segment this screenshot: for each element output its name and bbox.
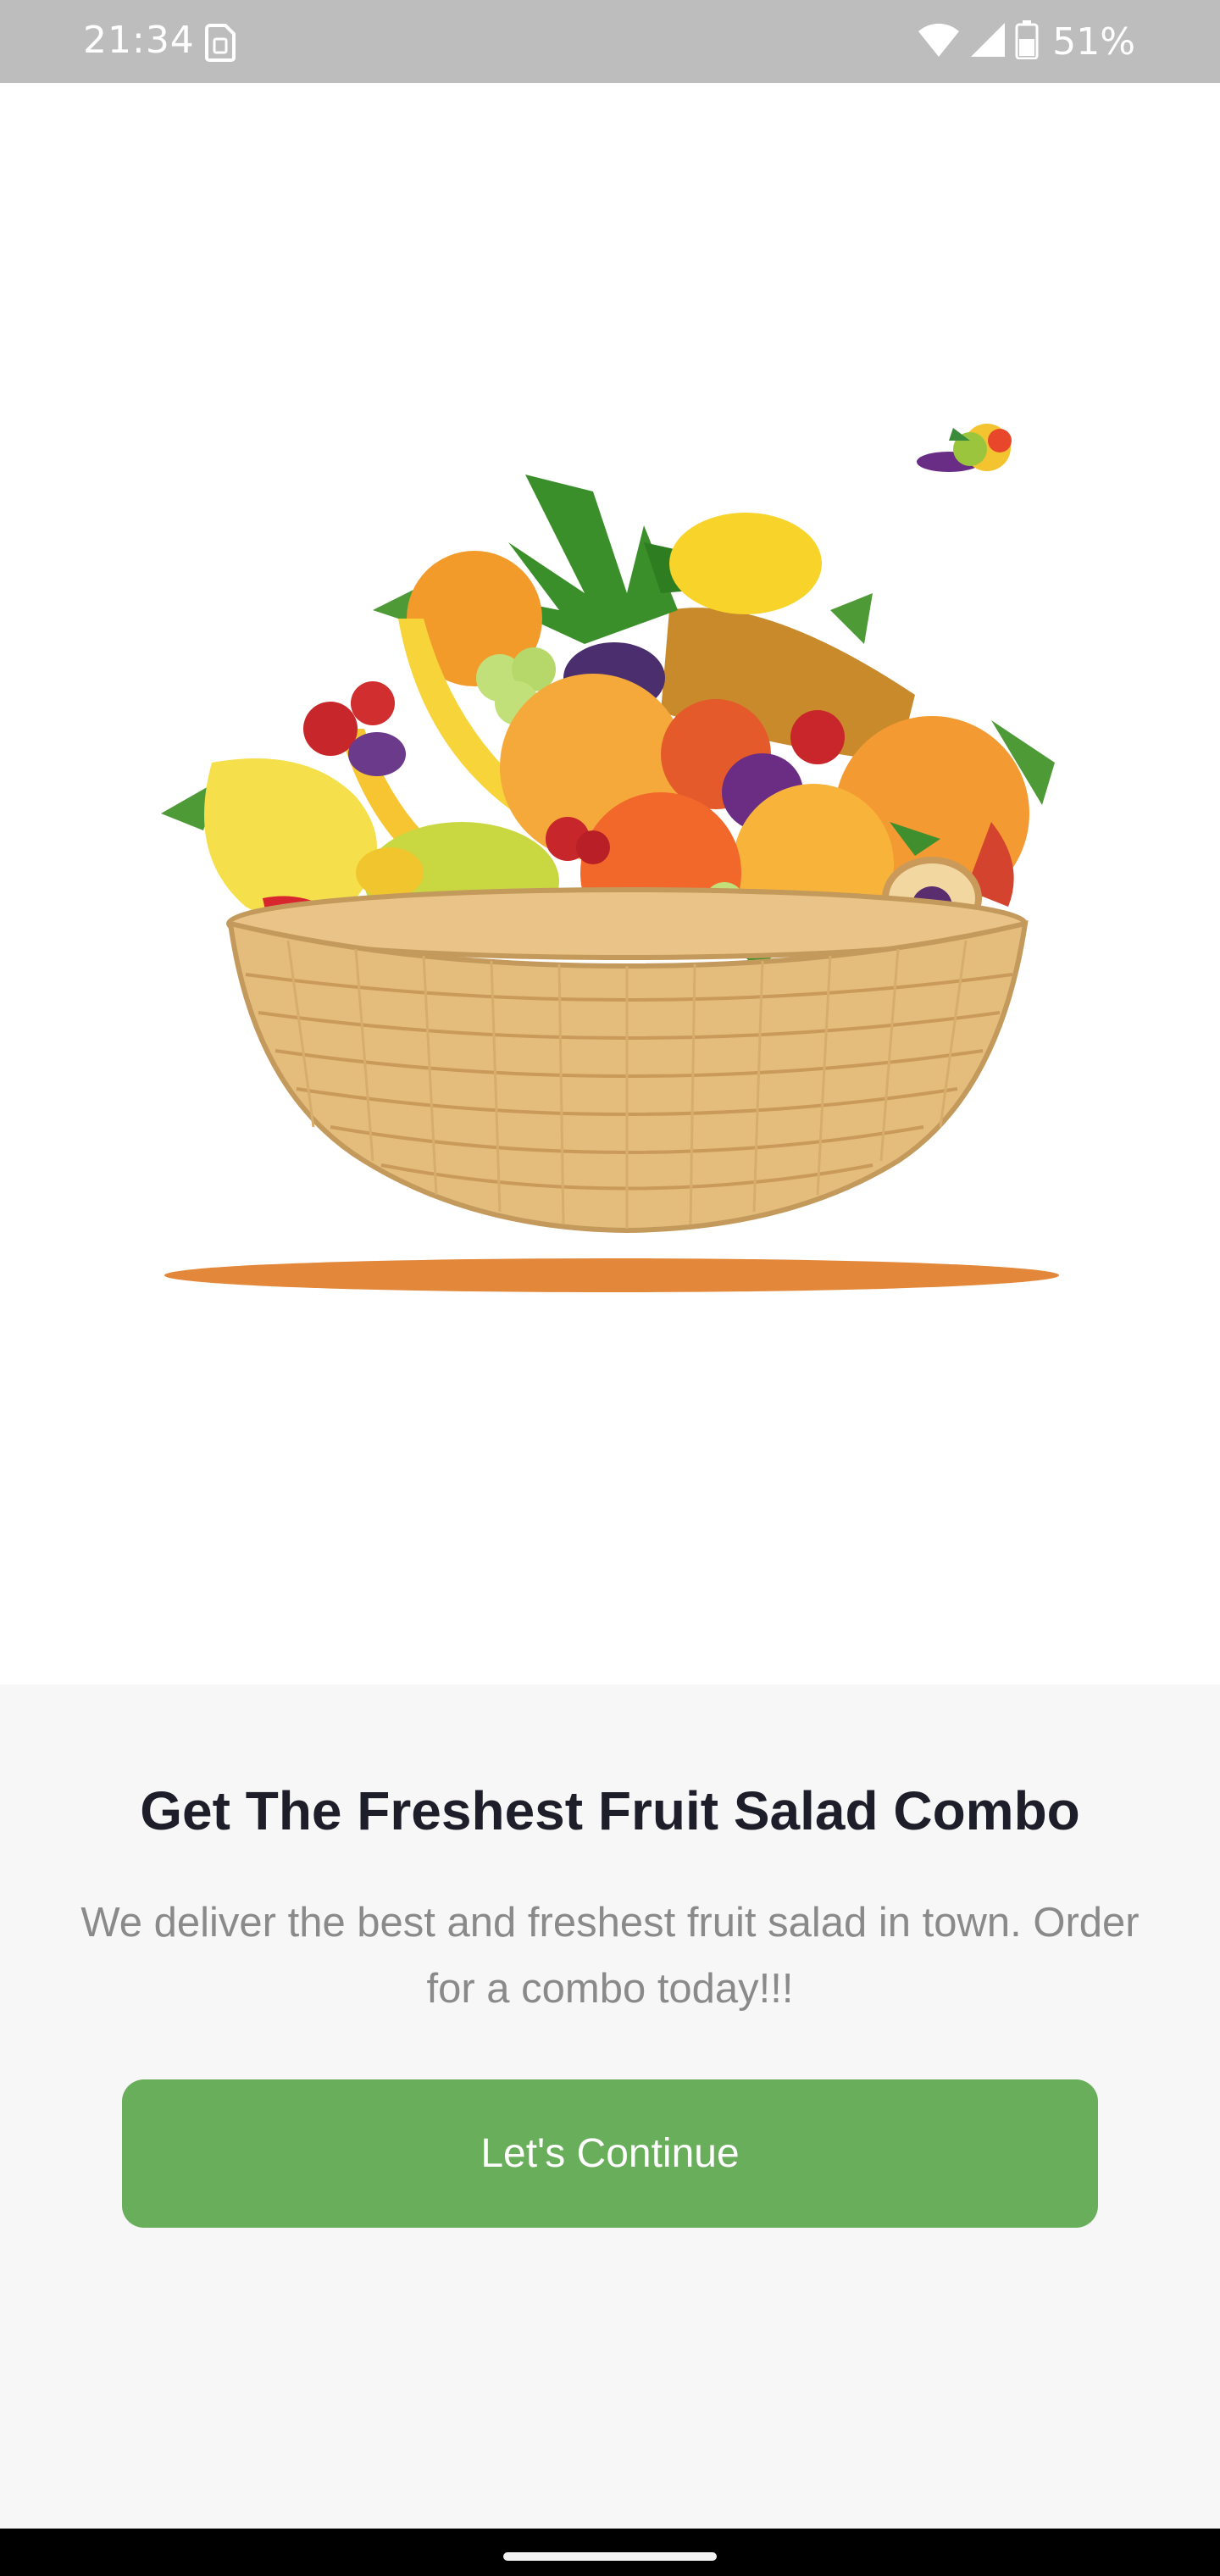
signal-icon	[969, 21, 1006, 62]
hero-illustration	[0, 83, 1220, 1685]
sim-icon	[203, 22, 237, 63]
battery-percent: 51%	[1052, 19, 1135, 64]
fruit-cluster-illustration	[917, 424, 1012, 472]
status-bar: 21:34 51%	[0, 0, 1220, 83]
onboarding-description: We deliver the best and freshest fruit s…	[80, 1900, 1140, 2012]
continue-button[interactable]: Let's Continue	[122, 2079, 1098, 2228]
onboarding-title: Get The Freshest Fruit Salad Combo	[140, 1780, 1080, 1841]
status-icons: 51%	[917, 17, 1135, 66]
wifi-icon	[917, 21, 961, 62]
status-time: 21:34	[83, 19, 195, 62]
navigation-bar	[0, 2529, 1220, 2576]
onboarding-screen: 21:34 51% Get The Freshest Fruit Salad C…	[0, 0, 1220, 2576]
home-indicator[interactable]	[503, 2552, 717, 2561]
fruit-basket-illustration	[161, 424, 1059, 1292]
battery-icon	[1015, 20, 1039, 63]
